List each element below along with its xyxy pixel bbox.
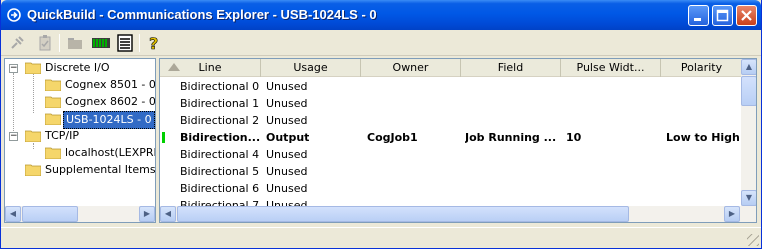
table-row[interactable]: Bidirectional 0 Unused — [160, 78, 742, 95]
cell-pulse[interactable]: 10 — [566, 129, 581, 146]
folder-icon — [25, 62, 41, 74]
column-label: Pulse Widt... — [576, 61, 645, 74]
tree-item-label: TCP/IP — [45, 129, 79, 142]
collapse-toggle[interactable]: − — [9, 64, 18, 73]
folder-icon — [25, 130, 41, 142]
table-row[interactable]: Bidirectional 2 Unused — [160, 112, 742, 129]
cell-polarity[interactable]: Low to High — [666, 129, 740, 146]
cell-line[interactable]: Bidirectional 1 — [180, 95, 259, 112]
tree-item-label: Cognex 8602 - 0 — [65, 95, 156, 108]
tree-item-cognex-8602[interactable]: Cognex 8602 - 0 — [5, 94, 155, 110]
tree-item-label: Discrete I/O — [45, 61, 110, 74]
cell-usage[interactable]: Unused — [266, 180, 307, 197]
tree-item-supplemental[interactable]: Supplemental Items — [5, 162, 155, 178]
tree-item-label: localhost(LEXPRE — [65, 146, 156, 159]
table-row[interactable]: Bidirectional 5 Unused — [160, 163, 742, 180]
tree-item-label: USB-1024LS - 0 — [63, 111, 155, 129]
sort-ascending-icon — [168, 63, 180, 71]
column-label: Field — [497, 61, 524, 74]
tree-item-label: Supplemental Items — [45, 163, 156, 176]
tree-item-label: Cognex 8501 - 0 — [65, 78, 156, 91]
scroll-right-button[interactable]: ▶ — [139, 206, 155, 222]
toolbar: ? — [1, 30, 761, 56]
device-tree[interactable]: − Discrete I/O Cognex 8501 - 0 Cognex 86… — [4, 58, 156, 223]
toolbar-separator — [59, 34, 60, 52]
close-button[interactable] — [736, 5, 757, 26]
io-grid-icon[interactable] — [91, 33, 111, 53]
cell-usage[interactable]: Unused — [266, 163, 307, 180]
collapse-toggle[interactable]: − — [9, 132, 18, 141]
cell-usage[interactable]: Unused — [266, 95, 307, 112]
minimize-button[interactable] — [688, 5, 709, 26]
column-header-pulse-width[interactable]: Pulse Widt... — [561, 59, 661, 77]
connect-icon[interactable] — [7, 33, 27, 53]
active-line-indicator — [162, 132, 165, 143]
cell-line[interactable]: Bidirectional 0 — [180, 78, 259, 95]
tree-item-localhost[interactable]: localhost(LEXPRE — [5, 145, 155, 161]
io-lines-table[interactable]: Line Usage Owner Field Pulse Widt... Pol… — [159, 58, 757, 223]
table-row[interactable]: Bidirectional 4 Unused — [160, 146, 742, 163]
maximize-button[interactable] — [712, 5, 733, 26]
tree-horizontal-scrollbar[interactable]: ◀ ▶ — [5, 206, 155, 222]
cell-owner[interactable]: CogJob1 — [367, 129, 418, 146]
folder-icon — [45, 113, 61, 125]
cell-usage[interactable]: Unused — [266, 146, 307, 163]
window-title: QuickBuild - Communications Explorer - U… — [27, 7, 377, 22]
scroll-left-button[interactable]: ◀ — [160, 206, 176, 222]
folder-icon — [45, 147, 61, 159]
column-header-field[interactable]: Field — [461, 59, 561, 77]
column-label: Polarity — [680, 61, 723, 74]
column-label: Usage — [293, 61, 328, 74]
scroll-thumb[interactable] — [741, 76, 756, 106]
folder-icon — [45, 96, 61, 108]
list-view-icon[interactable] — [115, 33, 135, 53]
column-header-usage[interactable]: Usage — [261, 59, 361, 77]
table-row[interactable]: Bidirectional 1 Unused — [160, 95, 742, 112]
svg-text:?: ? — [149, 34, 158, 53]
cell-field[interactable]: Job Running ... — [465, 129, 556, 146]
cell-line[interactable]: Bidirection... — [180, 129, 260, 146]
folder-icon — [25, 164, 41, 176]
cell-line[interactable]: Bidirectional 6 — [180, 180, 259, 197]
column-header-line[interactable]: Line — [160, 59, 261, 77]
resize-grip[interactable] — [747, 234, 759, 246]
scroll-thumb[interactable] — [177, 206, 629, 222]
table-horizontal-scrollbar[interactable]: ◀ ▶ — [160, 206, 756, 222]
scroll-thumb[interactable] — [22, 206, 78, 222]
column-header-polarity[interactable]: Polarity — [661, 59, 742, 77]
scroll-left-button[interactable]: ◀ — [5, 206, 21, 222]
folder-icon[interactable] — [65, 33, 85, 53]
clipboard-check-icon[interactable] — [35, 33, 55, 53]
quickbuild-app-icon — [7, 8, 21, 22]
table-header: Line Usage Owner Field Pulse Widt... Pol… — [160, 59, 742, 77]
column-label: Line — [198, 61, 222, 74]
table-row[interactable]: Bidirection... Output CogJob1 Job Running .… — [160, 129, 742, 146]
cell-usage[interactable]: Unused — [266, 78, 307, 95]
cell-usage[interactable]: Unused — [266, 112, 307, 129]
help-icon[interactable]: ? — [144, 33, 164, 53]
toolbar-separator — [139, 34, 140, 52]
cell-line[interactable]: Bidirectional 5 — [180, 163, 259, 180]
tree-item-tcp-ip[interactable]: − TCP/IP — [5, 128, 155, 144]
tree-item-cognex-8501[interactable]: Cognex 8501 - 0 — [5, 77, 155, 93]
status-bar — [1, 227, 761, 248]
communications-explorer-window: QuickBuild - Communications Explorer - U… — [0, 0, 762, 249]
cell-usage[interactable]: Output — [266, 129, 309, 146]
scroll-right-button[interactable]: ▶ — [724, 206, 740, 222]
cell-line[interactable]: Bidirectional 2 — [180, 112, 259, 129]
tree-item-discrete-io[interactable]: − Discrete I/O — [5, 60, 155, 76]
table-row[interactable]: Bidirectional 6 Unused — [160, 180, 742, 197]
scroll-down-button[interactable]: ▼ — [741, 190, 756, 206]
folder-icon — [45, 79, 61, 91]
scroll-up-button[interactable]: ▲ — [741, 59, 756, 75]
title-bar[interactable]: QuickBuild - Communications Explorer - U… — [1, 0, 761, 30]
cell-line[interactable]: Bidirectional 4 — [180, 146, 259, 163]
table-vertical-scrollbar[interactable]: ▲ ▼ — [741, 59, 756, 206]
column-label: Owner — [392, 61, 429, 74]
column-header-owner[interactable]: Owner — [361, 59, 461, 77]
tree-item-usb-1024ls[interactable]: USB-1024LS - 0 — [5, 111, 155, 129]
